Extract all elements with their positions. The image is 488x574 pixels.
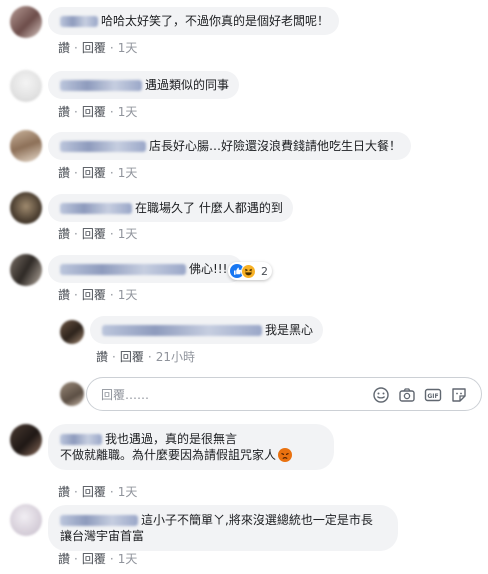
comment-text: 我也遇過，真的是很無言	[105, 432, 238, 446]
separator: ·	[112, 350, 116, 364]
comment-text: 店長好心腸…好險還沒浪費錢請他吃生日大餐！	[149, 139, 402, 153]
like-link[interactable]: 讚	[58, 166, 70, 180]
comment-text: 哈哈太好笑了，不過你真的是個好老闆呢！	[101, 14, 330, 28]
emoji-icon[interactable]	[372, 386, 390, 404]
comment-actions: 讚 · 回覆 · 1天	[58, 225, 137, 242]
camera-icon[interactable]	[398, 386, 416, 404]
comment-text: 在職場久了 什麼人都遇的到	[135, 201, 283, 215]
separator: ·	[74, 166, 78, 180]
avatar[interactable]	[10, 504, 42, 536]
comment-actions: 讚 · 回覆 · 1天	[58, 39, 137, 56]
separator: ·	[74, 485, 78, 499]
avatar[interactable]	[10, 6, 42, 38]
timestamp[interactable]: 1天	[118, 41, 138, 55]
angry-emoji	[278, 448, 293, 462]
avatar[interactable]	[10, 424, 42, 456]
separator: ·	[109, 227, 114, 241]
reply-link[interactable]: 回覆	[82, 552, 106, 566]
commenter-name[interactable]	[60, 515, 138, 526]
like-link[interactable]: 讚	[58, 105, 70, 119]
reply-actions: 讚 · 回覆 · 21小時	[96, 348, 195, 365]
comment-line: 讓台灣宇宙首富	[60, 528, 388, 544]
reactions-summary[interactable]: 2	[228, 262, 272, 280]
timestamp[interactable]: 1天	[118, 105, 138, 119]
separator: ·	[109, 105, 114, 119]
separator: ·	[74, 552, 78, 566]
comment-text: 我是黑心	[265, 323, 314, 337]
separator: ·	[109, 41, 114, 55]
comment-line: 不做就離職。為什麼要因為請假詛咒家人	[60, 447, 324, 463]
separator: ·	[74, 288, 78, 302]
timestamp[interactable]: 1天	[118, 166, 138, 180]
sticker-icon[interactable]	[450, 386, 468, 404]
comment-line: 這小子不簡單ㄚ,將來沒選總統也一定是市長	[60, 512, 388, 528]
comment-text: 這小子不簡單ㄚ,將來沒選總統也一定是市長	[141, 513, 373, 527]
reply-link[interactable]: 回覆	[82, 227, 106, 241]
comment-bubble: 佛心!!!	[48, 255, 244, 283]
separator: ·	[147, 350, 152, 364]
separator: ·	[74, 105, 78, 119]
svg-text:GIF: GIF	[427, 393, 438, 400]
commenter-name[interactable]	[60, 264, 186, 275]
separator: ·	[74, 41, 78, 55]
comment-actions: 讚 · 回覆 · 1天	[58, 164, 137, 181]
avatar[interactable]	[10, 70, 42, 102]
comment-text: 不做就離職。為什麼要因為請假詛咒家人	[60, 448, 277, 462]
timestamp[interactable]: 1天	[118, 485, 138, 499]
timestamp[interactable]: 1天	[118, 227, 138, 241]
comment-bubble: 這小子不簡單ㄚ,將來沒選總統也一定是市長 讓台灣宇宙首富	[48, 505, 398, 551]
comment-text: 讓台灣宇宙首富	[60, 529, 145, 543]
timestamp[interactable]: 21小時	[156, 350, 195, 364]
reply-composer: GIF	[86, 377, 482, 411]
commenter-name[interactable]	[60, 141, 146, 152]
avatar[interactable]	[10, 130, 42, 162]
comment-bubble: 在職場久了 什麼人都遇的到	[48, 194, 293, 222]
like-link[interactable]: 讚	[58, 227, 70, 241]
comment-actions: 讚 · 回覆 · 1天	[58, 483, 137, 500]
commenter-name[interactable]	[60, 203, 132, 214]
reaction-count: 2	[261, 264, 268, 278]
reply-input[interactable]	[99, 385, 353, 405]
reply-link[interactable]: 回覆	[120, 350, 144, 364]
separator: ·	[109, 485, 114, 499]
reply-link[interactable]: 回覆	[82, 105, 106, 119]
haha-icon	[241, 263, 256, 279]
commenter-name[interactable]	[60, 434, 102, 445]
comment-text: 佛心!!!	[189, 262, 228, 276]
timestamp[interactable]: 1天	[118, 552, 138, 566]
gif-icon[interactable]: GIF	[424, 386, 442, 404]
comment-actions: 讚 · 回覆 · 1天	[58, 550, 137, 567]
reply-link[interactable]: 回覆	[82, 485, 106, 499]
comment-bubble: 我也遇過，真的是很無言 不做就離職。為什麼要因為請假詛咒家人	[48, 424, 334, 470]
like-link[interactable]: 讚	[58, 485, 70, 499]
current-user-avatar	[60, 382, 84, 406]
avatar[interactable]	[60, 320, 84, 344]
commenter-name[interactable]	[102, 325, 262, 336]
reply-bubble: 我是黑心	[90, 316, 324, 344]
separator: ·	[109, 288, 114, 302]
reply-link[interactable]: 回覆	[82, 288, 106, 302]
timestamp[interactable]: 1天	[118, 288, 138, 302]
comment-actions: 讚 · 回覆 · 1天	[58, 286, 137, 303]
like-link[interactable]: 讚	[58, 552, 70, 566]
separator: ·	[74, 227, 78, 241]
like-link[interactable]: 讚	[58, 41, 70, 55]
reply-link[interactable]: 回覆	[82, 166, 106, 180]
commenter-name[interactable]	[60, 80, 142, 91]
separator: ·	[109, 552, 114, 566]
comment-bubble: 店長好心腸…好險還沒浪費錢請他吃生日大餐！	[48, 132, 412, 160]
like-link[interactable]: 讚	[96, 350, 108, 364]
comment-text: 遇過類似的同事	[145, 78, 230, 92]
reply-link[interactable]: 回覆	[82, 41, 106, 55]
comment-bubble: 遇過類似的同事	[48, 71, 240, 99]
avatar[interactable]	[10, 192, 42, 224]
comment-actions: 讚 · 回覆 · 1天	[58, 103, 137, 120]
like-link[interactable]: 讚	[58, 288, 70, 302]
comment-bubble: 哈哈太好笑了，不過你真的是個好老闆呢！	[48, 7, 340, 35]
separator: ·	[109, 166, 114, 180]
avatar[interactable]	[10, 254, 42, 286]
commenter-name[interactable]	[60, 16, 98, 27]
comment-line: 我也遇過，真的是很無言	[60, 431, 324, 447]
